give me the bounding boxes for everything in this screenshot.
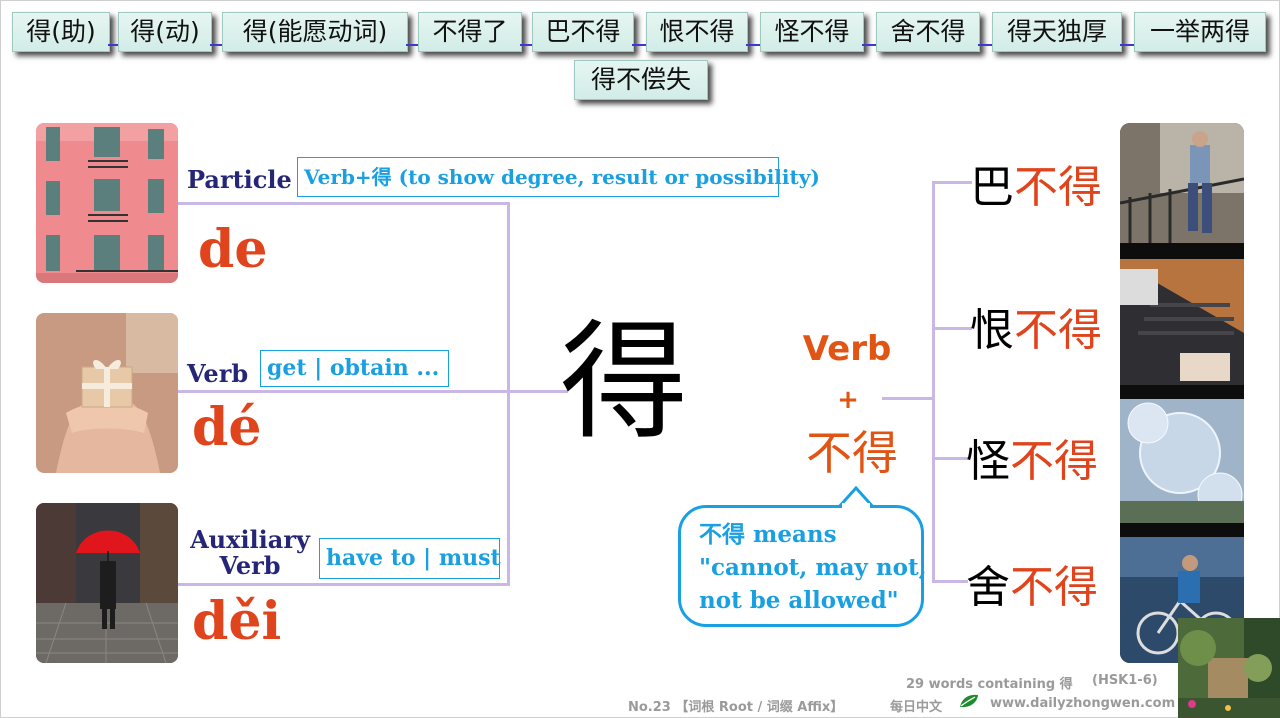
word-prefix: 怪	[966, 436, 1010, 487]
role-auxiliary-line2: Verb	[219, 551, 281, 580]
pinyin-de-neutral: de	[198, 219, 268, 280]
bubble-line-2: "cannot, may not,	[699, 554, 927, 581]
tab-budeliao[interactable]: 不得了	[418, 12, 522, 52]
pinyin-de-second-tone: dé	[192, 397, 262, 458]
word-prefix: 舍	[966, 562, 1010, 613]
connector-trunk-right	[932, 181, 935, 583]
word-prefix: 恨	[970, 305, 1014, 356]
tab-debuchangshi[interactable]: 得不偿失	[574, 60, 708, 100]
tab-detianduhou[interactable]: 得天独厚	[992, 12, 1122, 52]
connector-henbude	[932, 327, 972, 330]
tab-divider	[862, 44, 876, 46]
bubble-line-1: 不得 means	[699, 521, 837, 548]
series-caption: No.23 【词根 Root / 词缀 Affix】	[628, 700, 844, 715]
right-photo-strip	[1120, 123, 1244, 663]
tab-divider	[746, 44, 760, 46]
bubble-line-3: not be allowed"	[699, 587, 899, 614]
word-suffix: 不得	[1010, 436, 1098, 487]
connector-formula	[882, 397, 934, 400]
meaning-bubble: 不得 means "cannot, may not, not be allowe…	[678, 505, 927, 627]
word-babude: 巴不得	[970, 162, 1102, 214]
tab-guaibude[interactable]: 怪不得	[760, 12, 864, 52]
connector-guaibude	[932, 457, 968, 460]
word-count-caption: 29 words containing 得	[906, 677, 1073, 692]
tab-de-particle[interactable]: 得(助)	[12, 12, 110, 52]
tab-divider	[1120, 44, 1134, 46]
leaf-icon	[960, 694, 978, 708]
tab-babude[interactable]: 巴不得	[532, 12, 634, 52]
connector-particle	[178, 202, 510, 205]
word-henbude: 恨不得	[970, 305, 1102, 357]
word-prefix: 巴	[970, 162, 1014, 213]
gift-photo	[36, 313, 178, 473]
word-suffix: 不得	[1010, 562, 1098, 613]
tab-yijuliangde[interactable]: 一举两得	[1134, 12, 1266, 52]
formula-budei: 不得	[806, 426, 898, 480]
tab-divider	[210, 44, 222, 46]
word-suffix: 不得	[1014, 305, 1102, 356]
hsk-level-caption: (HSK1-6)	[1092, 673, 1158, 688]
word-guaibude: 怪不得	[966, 436, 1098, 488]
tab-divider	[108, 44, 118, 46]
tab-henbude[interactable]: 恨不得	[646, 12, 748, 52]
role-particle: Particle	[187, 165, 292, 194]
word-shebude: 舍不得	[966, 562, 1098, 614]
role-verb: Verb	[187, 359, 249, 388]
brand-caption: 每日中文	[890, 700, 943, 715]
umbrella-photo	[36, 503, 178, 663]
tab-dei-modal[interactable]: 得(能愿动词)	[222, 12, 408, 52]
formula-plus: +	[837, 385, 859, 415]
gloss-auxiliary: have to | must	[319, 538, 501, 579]
gloss-particle: Verb+得 (to show degree, result or possib…	[297, 157, 820, 197]
website-link[interactable]: www.dailyzhongwen.com	[990, 696, 1175, 711]
role-auxiliary-line1: Auxiliary	[190, 525, 310, 554]
bubble-tail-joint	[842, 503, 870, 508]
gloss-verb: get | obtain ...	[260, 350, 449, 387]
word-suffix: 不得	[1014, 162, 1102, 213]
tab-de-verb[interactable]: 得(动)	[118, 12, 212, 52]
tab-shebude[interactable]: 舍不得	[876, 12, 980, 52]
connector-shebude	[932, 580, 968, 583]
pinyin-dei: děi	[192, 591, 282, 652]
connector-babude	[932, 181, 972, 184]
connector-auxiliary	[178, 583, 510, 586]
tab-divider	[978, 44, 992, 46]
connector-trunk-left	[507, 202, 510, 586]
role-auxiliary-verb: Auxiliary Verb	[185, 527, 315, 579]
building-photo	[36, 123, 178, 283]
center-character: 得	[560, 308, 689, 457]
tab-divider	[632, 44, 646, 46]
garden-photo	[1178, 618, 1280, 718]
formula-verb: Verb	[802, 329, 892, 369]
tab-divider	[520, 44, 532, 46]
tab-divider	[406, 44, 418, 46]
